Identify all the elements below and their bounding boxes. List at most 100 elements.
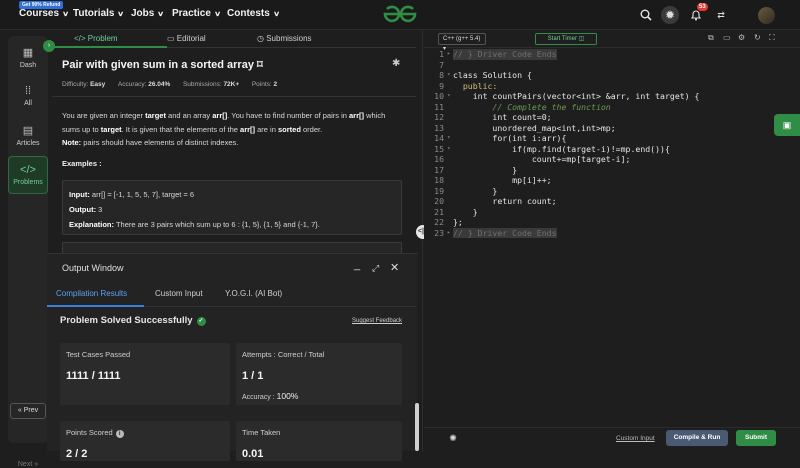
code-line: 16 count+=mp[target-i]; (434, 154, 631, 164)
code-line: 9 public: (439, 80, 498, 91)
code-line: 21 } (434, 206, 478, 217)
nav-jobs[interactable]: Jobs ∨ (131, 8, 165, 19)
problem-description: You are given an integer target and an a… (62, 111, 386, 147)
status-message: Problem Solved Successfully ✓ (60, 315, 206, 326)
language-select[interactable]: C++ (g++ 5.4) ▾ (438, 33, 486, 52)
active-tab-indicator (52, 46, 167, 48)
card-label: Test Cases Passed (66, 350, 131, 359)
submit-button[interactable]: Submit (736, 430, 776, 446)
active-tab-indicator (47, 305, 144, 307)
divider (52, 96, 416, 97)
notification-badge: 53 (697, 3, 708, 11)
code-line: 13 unordered_map<int,int>mp; (434, 122, 616, 133)
file-icon[interactable]: ▭ (723, 33, 731, 42)
examples-heading: Examples : (62, 159, 102, 168)
points-card: Points Scored i 2 / 2 (60, 421, 230, 461)
next-button[interactable]: Next » (10, 461, 46, 468)
card-label: Attempts : Correct / Total (242, 350, 325, 359)
editor-footer: ✺ Custom Input Compile & Run Submit (424, 427, 800, 451)
prev-button[interactable]: « Prev (10, 403, 46, 419)
accuracy-value: Accuracy : 100% (242, 391, 299, 401)
translate-icon[interactable]: ⇄ (712, 6, 730, 24)
book-icon: ▭ (167, 34, 177, 43)
expand-icon[interactable]: ⤢ (372, 263, 379, 274)
code-line: 15 ▾ if(mp.find(target-i)!=mp.end()){ (434, 143, 670, 154)
bookmark-icon[interactable]: ⌑ (257, 59, 263, 71)
code-line: 20 return count; (434, 196, 557, 206)
minimize-icon[interactable]: _ (354, 259, 360, 271)
check-circle-icon: ✓ (196, 317, 206, 326)
sidebar-item-all[interactable]: ⁞⁞ All (8, 85, 48, 107)
tests-passed-card: Test Cases Passed 1111 / 1111 (60, 343, 230, 405)
card-value: 0.01 (242, 448, 264, 460)
code-line: 22}; (434, 217, 463, 227)
panel-divider (422, 30, 423, 451)
chevron-down-icon: ∨ (61, 11, 70, 18)
chevron-down-icon: ∨ (213, 11, 222, 18)
avatar[interactable] (758, 7, 775, 24)
chevron-down-icon: ∨ (117, 11, 125, 18)
gear-icon[interactable]: ⚙ (738, 33, 745, 42)
code-line: 14 ▾ for(int i:arr){ (434, 133, 567, 143)
tab-yogi-ai-bot[interactable]: Y.O.G.I. (AI Bot) (225, 289, 282, 298)
chat-icon[interactable]: ▣ (774, 114, 800, 136)
suggest-feedback-link[interactable]: Suggest Feedback (352, 318, 402, 324)
card-value: 1 / 1 (242, 370, 264, 382)
code-line: 7 (439, 59, 444, 70)
close-icon[interactable]: ✕ (390, 261, 399, 274)
tab-problem[interactable]: </> Problem (74, 34, 118, 43)
problem-meta: Difficulty: Easy Accuracy: 26.04% Submis… (62, 81, 278, 88)
compile-run-button[interactable]: Compile & Run (666, 430, 728, 446)
fullscreen-icon[interactable]: ⛶ (769, 33, 775, 43)
start-timer-button[interactable]: Start Timer ◫ (535, 33, 597, 45)
card-label: Points Scored i (66, 428, 124, 438)
time-taken-card: Time Taken 0.01 (236, 421, 402, 461)
nav-practice[interactable]: Practice ∨ (172, 8, 222, 19)
timer-icon: ◫ (578, 36, 585, 42)
code-line: 8 ▾ class Solution { (439, 70, 532, 80)
tab-submissions[interactable]: ◷ Submissions (257, 34, 312, 43)
output-scrollbar[interactable] (415, 403, 419, 451)
reset-icon[interactable]: ↻ (754, 33, 761, 42)
lightbulb-icon[interactable]: ✺ (447, 433, 459, 445)
code-line: 23 ▸// } Driver Code Ends (434, 227, 557, 238)
code-icon: </> (20, 164, 36, 176)
editor-toolbar: C++ (g++ 5.4) ▾ Start Timer ◫ ⧉ ▭ ⚙ ↻ ⛶ (424, 30, 800, 52)
theme-toggle-icon[interactable]: ✹ (661, 6, 679, 24)
grid-icon: ▦ (22, 47, 34, 59)
tab-compilation-results[interactable]: Compilation Results (56, 289, 127, 298)
nav-contests[interactable]: Contests ∨ (227, 8, 280, 19)
output-tabs: Compilation Results Custom Input Y.O.G.I… (47, 281, 417, 307)
code-line: 19 } (434, 185, 498, 196)
problem-tabs: </> Problem ▭ Editorial ◷ Submissions (52, 30, 416, 48)
dots-grid-icon: ⁞⁞ (24, 85, 32, 97)
gfg-logo-icon[interactable] (381, 3, 419, 25)
code-line: 10 ▾ int countPairs(vector<int> &arr, int… (434, 91, 700, 101)
article-icon: ▤ (22, 125, 34, 137)
expand-arrow-icon[interactable]: › (43, 40, 55, 52)
copy-icon[interactable]: ⧉ (708, 33, 714, 43)
sidebar-item-dash[interactable]: ▦ Dash (8, 46, 48, 69)
bug-report-icon[interactable]: ✱ (392, 58, 400, 69)
nav-courses[interactable]: Courses ∨ (19, 8, 70, 19)
card-value: 1111 / 1111 (66, 370, 121, 382)
output-window-title: Output Window (62, 263, 124, 273)
tab-custom-input[interactable]: Custom Input (155, 289, 203, 298)
clock-icon: ◷ (257, 34, 267, 43)
example-box: Input: arr[] = [-1, 1, 5, 5, 7], target … (62, 180, 402, 235)
sidebar-item-problems[interactable]: </> Problems (8, 156, 48, 194)
tab-editorial[interactable]: ▭ Editorial (167, 34, 206, 43)
custom-input-link[interactable]: Custom Input (616, 435, 655, 442)
info-icon[interactable]: i (115, 430, 124, 438)
top-navbar: Get 90% Refund Courses ∨ Tutorials ∨ Jobs ∨… (0, 0, 800, 30)
code-line: 1 ▸// } Driver Code Ends (439, 49, 557, 60)
code-line: 11 // Complete the function (434, 101, 611, 112)
page-title: Pair with given sum in a sorted array ⌑ (62, 59, 263, 71)
sidebar-item-articles[interactable]: ▤ Articles (8, 124, 48, 147)
chevron-down-icon: ∨ (157, 11, 165, 18)
output-window: Output Window _ ⤢ ✕ Compilation Results … (47, 253, 417, 461)
chevron-down-icon: ∨ (272, 11, 280, 18)
code-editor-panel: C++ (g++ 5.4) ▾ Start Timer ◫ ⧉ ▭ ⚙ ↻ ⛶ … (424, 30, 800, 451)
search-icon[interactable] (637, 6, 655, 24)
nav-tutorials[interactable]: Tutorials ∨ (73, 8, 125, 19)
